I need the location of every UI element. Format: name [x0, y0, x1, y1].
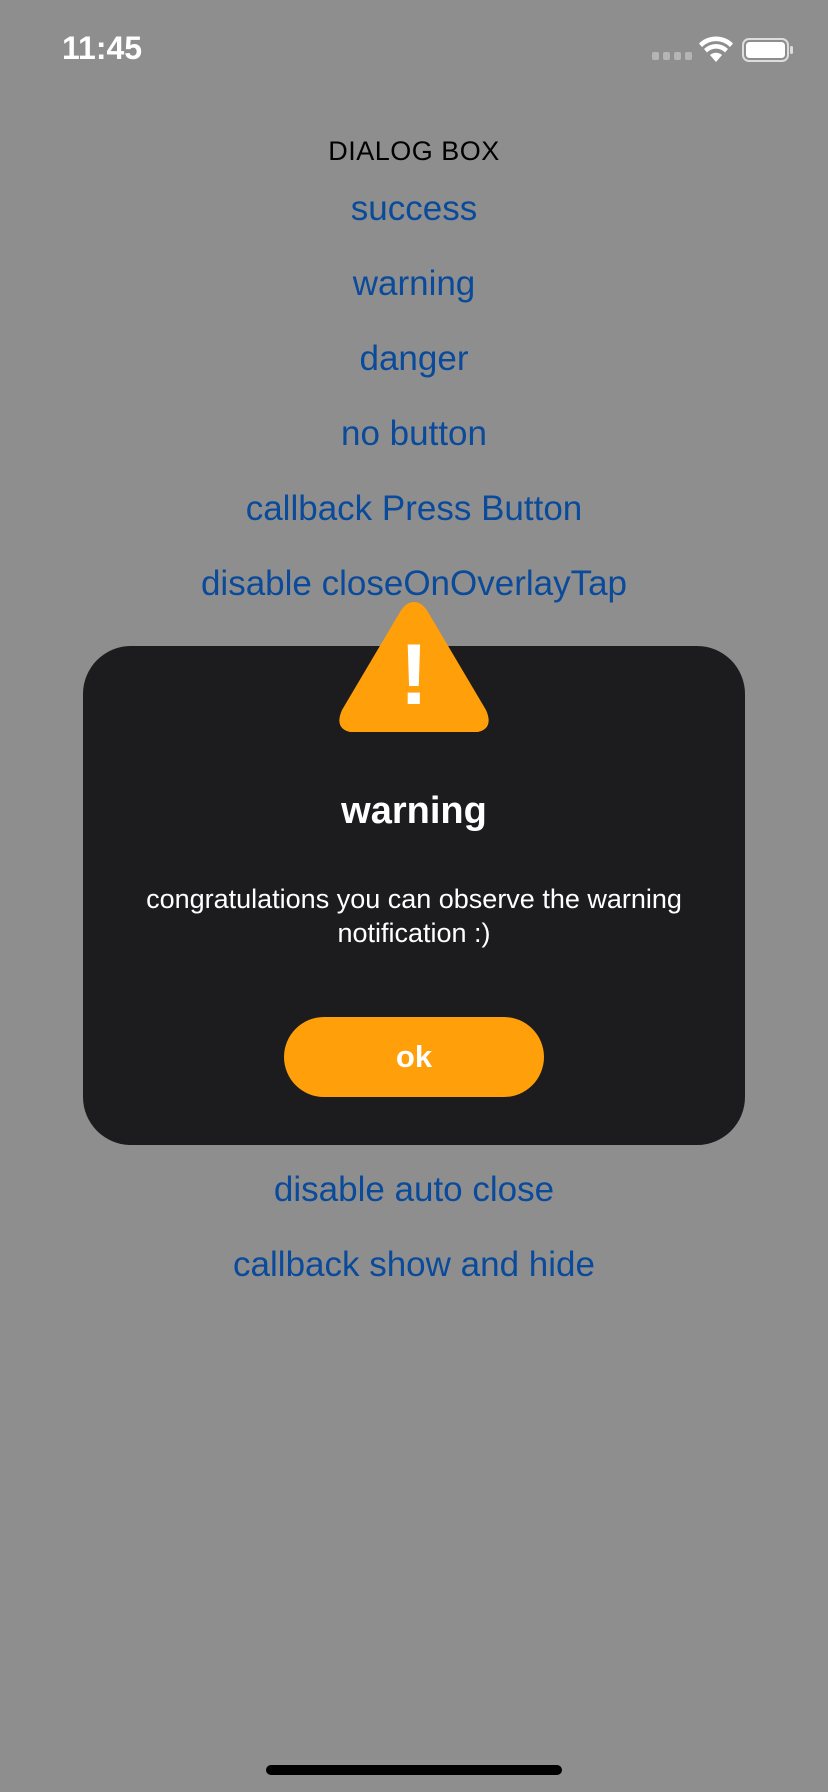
dialog-message: congratulations you can observe the warn… — [146, 884, 682, 948]
status-time: 11:45 — [62, 30, 143, 66]
menu-item-no-button[interactable]: no button — [0, 413, 828, 455]
menu-item-callback-show-and-hide[interactable]: callback show and hide — [0, 1244, 828, 1286]
menu-item-danger[interactable]: danger — [0, 338, 828, 380]
menu-item-warning[interactable]: warning — [0, 263, 828, 305]
cellular-signal-icon — [652, 52, 692, 62]
menu-item-disable-auto-close[interactable]: disable auto close — [0, 1169, 828, 1211]
battery-icon — [742, 38, 793, 62]
home-indicator[interactable] — [266, 1765, 562, 1775]
warning-triangle-icon: ! — [339, 602, 489, 732]
ok-button[interactable]: ok — [284, 1017, 544, 1097]
wifi-icon — [699, 36, 733, 62]
status-bar: 11:45 — [0, 0, 828, 100]
menu-title: DIALOG BOX — [328, 136, 500, 166]
menu-item-callback-press-button[interactable]: callback Press Button — [0, 488, 828, 530]
warning-exclamation-mark: ! — [400, 627, 429, 723]
menu-item-success[interactable]: success — [0, 188, 828, 230]
dialog-title: warning — [341, 790, 487, 832]
